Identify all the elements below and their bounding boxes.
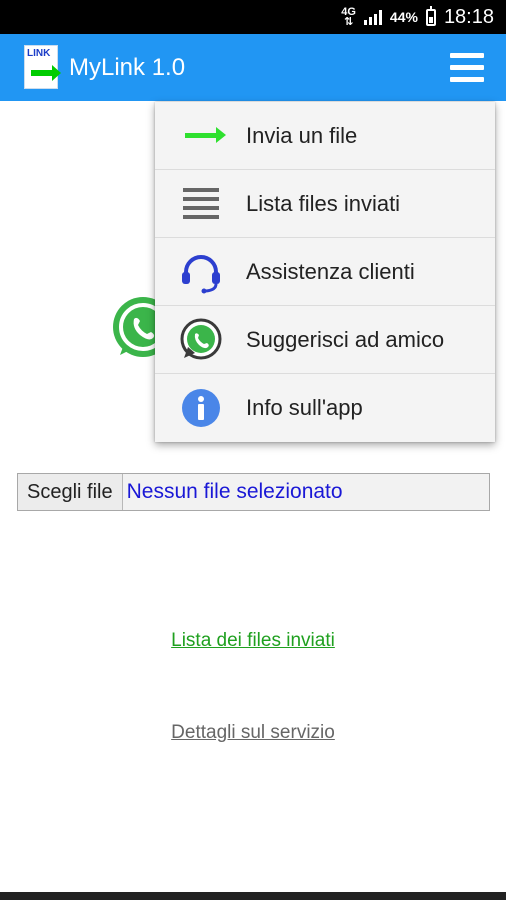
list-icon [179,182,223,226]
clock: 18:18 [443,5,494,28]
menu-item-label: Info sull'app [246,395,363,420]
hamburger-icon [450,53,484,58]
menu-item-label: Invia un file [246,122,358,148]
green-arrow-icon [179,114,226,158]
app-bar: LINK MyLink 1.0 [0,34,506,101]
headset-icon [179,250,223,294]
logo-text: LINK [27,48,51,59]
whatsapp-icon [179,318,223,362]
signal-icon [363,9,382,25]
info-icon [179,386,223,430]
menu-item-recommend[interactable]: Suggerisci ad amico [155,306,495,374]
service-details-link[interactable]: Dettagli sul servizio [0,722,506,744]
app-logo: LINK [24,45,61,89]
menu-item-send-file[interactable]: Invia un file [155,102,495,170]
menu-item-label: Lista files inviati [246,190,401,216]
menu-item-label: Assistenza clienti [246,258,415,284]
file-input[interactable]: Scegli file Nessun file selezionato [17,473,490,511]
menu-item-support[interactable]: Assistenza clienti [155,238,495,306]
sent-files-link[interactable]: Lista dei files inviati [0,630,506,652]
app-title: MyLink 1.0 [69,54,186,81]
battery-percent: 44% [389,9,418,25]
no-file-label: Nessun file selezionato [126,480,343,503]
menu-item-sent-list[interactable]: Lista files inviati [155,170,495,238]
menu-button[interactable] [450,53,484,83]
battery-icon [425,5,436,26]
logo-arrow-icon [31,65,61,81]
network-indicator: 4G ⇅ [341,6,356,28]
menu-item-app-info[interactable]: Info sull'app [155,374,495,442]
bottom-nav-bar [0,892,506,900]
overflow-menu: Invia un file Lista files inviati Assist… [155,102,495,442]
choose-file-button[interactable]: Scegli file [18,474,123,510]
menu-item-label: Suggerisci ad amico [246,326,445,352]
status-bar: 4G ⇅ 44% 18:18 [0,0,506,34]
